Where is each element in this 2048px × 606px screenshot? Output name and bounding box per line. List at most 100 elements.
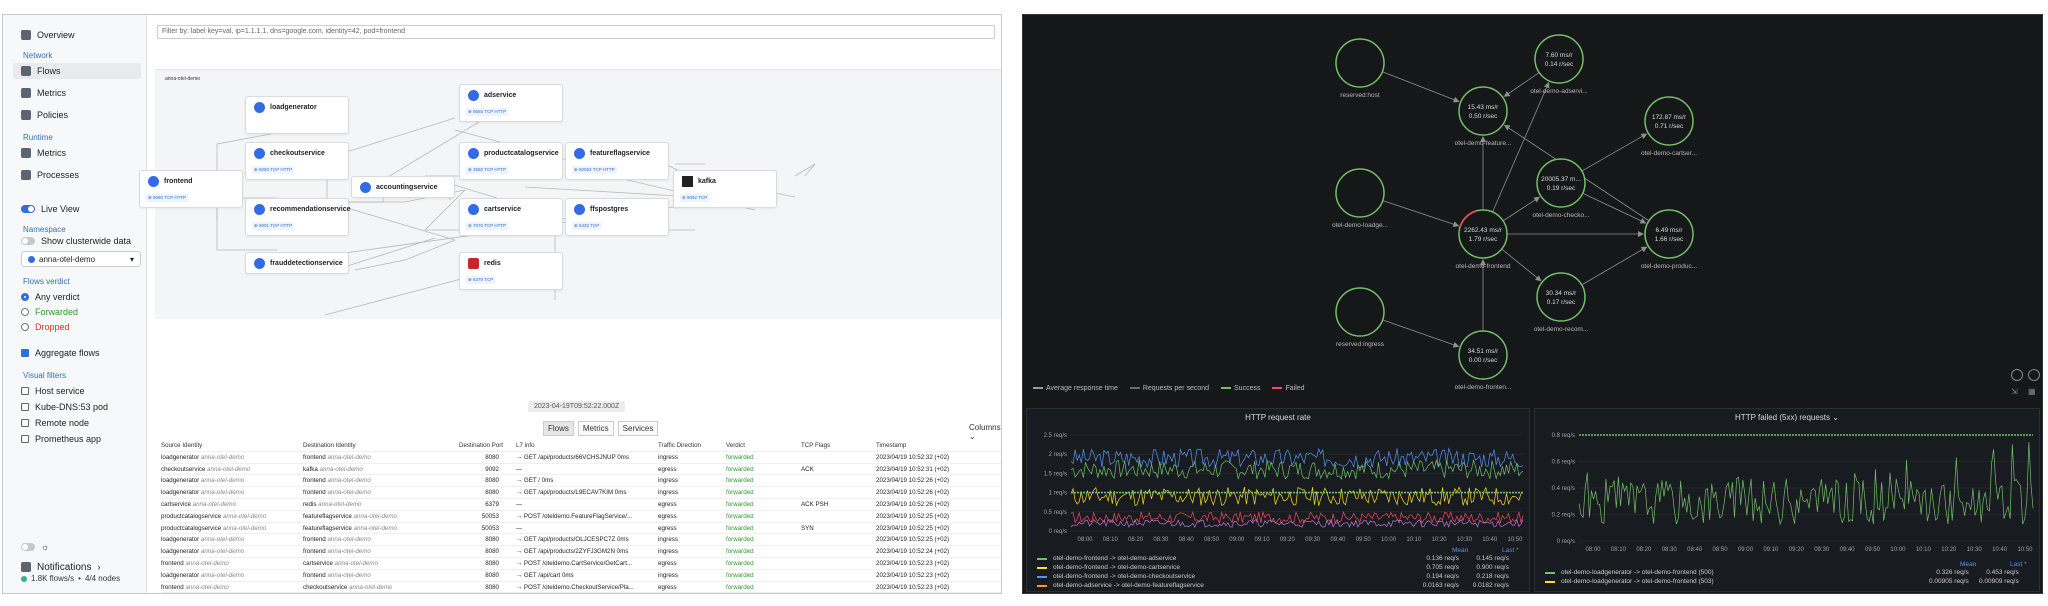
table-row[interactable]: productcatalogservice anna-otel-demo feat…	[161, 523, 1001, 535]
verdict-dropped-radio[interactable]: Dropped	[21, 319, 70, 335]
service-node-featureflagservice[interactable]: featureflagservice ⊕ 50053 TCP HTTP	[565, 142, 669, 180]
table-row[interactable]: cartservice anna-otel-demo redis anna-ote…	[161, 499, 1001, 511]
last-header[interactable]: Last *	[2010, 561, 2027, 568]
service-node-loadgenerator[interactable]: loadgenerator	[245, 96, 349, 134]
table-cell: featureflagservice anna-otel-demo	[303, 525, 397, 532]
checkbox-icon[interactable]	[21, 435, 29, 443]
theme-toggle[interactable]: ☼	[21, 539, 49, 555]
filter-input[interactable]: Filter by: label key=val, ip=1.1.1.1, dn…	[157, 25, 995, 39]
kubernetes-icon	[468, 90, 479, 101]
sun-icon: ☼	[41, 542, 50, 552]
checkbox-icon[interactable]	[21, 419, 29, 427]
checkbox-icon[interactable]	[21, 387, 29, 395]
table-row[interactable]: loadgenerator anna-otel-demofrontend ann…	[161, 570, 1001, 582]
service-graph-canvas[interactable]: reserved:host 7.60 ms/r 0.14 r/sec otel-dem…	[1023, 15, 2042, 405]
last-header[interactable]: Last *	[1502, 547, 1519, 554]
service-map-canvas[interactable]: anna-otel-demo loadgenerator adservice ⊕…	[139, 69, 1001, 319]
toggle-switch[interactable]	[21, 237, 35, 245]
table-row[interactable]: checkoutservice anna-otel-demo kafka anna…	[161, 464, 1001, 476]
legend-success: Success	[1221, 385, 1260, 392]
column-header[interactable]: Destination Identity	[303, 442, 356, 449]
table-row[interactable]: loadgenerator anna-otel-demofrontend ann…	[161, 593, 1001, 594]
legend-row[interactable]: otel-demo-loadgenerator -> otel-demo-fro…	[1545, 578, 2019, 585]
legend-row[interactable]: otel-demo-adservice -> otel-demo-feature…	[1037, 582, 1509, 589]
service-node-frauddetectionservice[interactable]: frauddetectionservice	[245, 252, 349, 274]
table-row[interactable]: loadgenerator anna-otel-demofrontend ann…	[161, 546, 1001, 558]
aggregate-flows-checkbox[interactable]: Aggregate flows	[21, 345, 100, 361]
column-header[interactable]: Traffic Direction	[658, 442, 701, 449]
mean-header[interactable]: Mean	[1452, 547, 1468, 554]
live-view-toggle[interactable]: Live View	[21, 201, 79, 217]
service-node-redis[interactable]: redis ⊕ 6379 TCP	[459, 252, 563, 290]
column-header[interactable]: TCP Flags	[801, 442, 830, 449]
table-row[interactable]: productcatalogservice anna-otel-demo feat…	[161, 511, 1001, 523]
legend-row[interactable]: otel-demo-frontend -> otel-demo-adservic…	[1037, 555, 1509, 562]
verdict-any-radio[interactable]: Any verdict	[21, 289, 80, 305]
legend-row[interactable]: otel-demo-loadgenerator -> otel-demo-fro…	[1545, 569, 2019, 576]
legend-row[interactable]: otel-demo-frontend -> otel-demo-checkout…	[1037, 573, 1509, 580]
service-node-productcatalogservice[interactable]: productcatalogservice ⊕ 3550 TCP HTTP	[459, 142, 563, 180]
verdict-forwarded-radio[interactable]: Forwarded	[21, 304, 78, 320]
table-row[interactable]: loadgenerator anna-otel-demofrontend ann…	[161, 452, 1001, 464]
columns-button[interactable]: Columns ⌄	[969, 423, 1001, 441]
tab-flows[interactable]: Flows	[543, 421, 574, 436]
zoom-in-icon[interactable]	[2011, 369, 2023, 381]
x-tick-label: 09:00	[1738, 547, 1754, 553]
zoom-out-icon[interactable]	[2028, 369, 2040, 381]
radio-icon[interactable]	[21, 308, 29, 316]
sidebar-item-runtime-metrics[interactable]: Metrics	[21, 145, 66, 161]
x-tick-label: 10:20	[1432, 537, 1448, 543]
checkbox-icon[interactable]	[21, 403, 29, 411]
toggle-switch[interactable]	[21, 205, 35, 213]
request-rate-chart[interactable]: 2.5 req/s 2 req/s 1.5 req/s 1 req/s 0.5 req/…	[1027, 427, 1531, 547]
legend-row[interactable]: otel-demo-frontend -> otel-demo-cartserv…	[1037, 564, 1509, 571]
sidebar-item-overview[interactable]: Overview	[21, 27, 75, 43]
service-node-frontend[interactable]: frontend ⊕ 8080 TCP HTTP	[139, 170, 243, 208]
edge-arrowhead	[1503, 124, 1511, 131]
notifications-button[interactable]: Notifications ›	[21, 559, 100, 575]
node-line2: 0.71 r/sec	[1655, 123, 1684, 130]
table-header-row: Source Identity Destination Identity Des…	[161, 440, 1001, 452]
sidebar-item-policies[interactable]: Policies	[21, 107, 68, 123]
failed-requests-chart[interactable]: 0.8 req/s 0.6 req/s 0.4 req/s 0.2 req/s 0 re…	[1535, 427, 2041, 557]
show-clusterwide-toggle[interactable]: Show clusterwide data	[21, 233, 131, 249]
table-row[interactable]: loadgenerator anna-otel-demofrontend ann…	[161, 487, 1001, 499]
prometheus-app-checkbox[interactable]: Prometheus app	[21, 431, 101, 447]
column-header[interactable]: Verdict	[726, 442, 745, 449]
column-header[interactable]: Source Identity	[161, 442, 202, 449]
table-row[interactable]: frontend anna-otel-demo checkoutservice a…	[161, 582, 1001, 593]
service-node-checkoutservice[interactable]: checkoutservice ⊕ 5050 TCP HTTP	[245, 142, 349, 180]
namespace-select[interactable]: anna-otel-demo ▾	[21, 251, 141, 267]
kube-dns-checkbox[interactable]: Kube-DNS:53 pod	[21, 399, 108, 415]
layout-icon[interactable]: ⇲	[2011, 387, 2021, 397]
tab-services[interactable]: Services	[617, 421, 659, 436]
toggle-switch[interactable]	[21, 543, 35, 551]
destination-identity: featureflagservice	[303, 524, 352, 532]
service-node-recommendationservice[interactable]: recommendationservice ⊕ 9001 TCP HTTP	[245, 198, 351, 236]
host-service-checkbox[interactable]: Host service	[21, 383, 85, 399]
table-row[interactable]: frontend anna-otel-demo cartservice anna-…	[161, 558, 1001, 570]
table-row[interactable]: loadgenerator anna-otel-demofrontend ann…	[161, 475, 1001, 488]
mean-header[interactable]: Mean	[1960, 561, 1976, 568]
panel-title[interactable]: HTTP failed (5xx) requests ⌄	[1535, 413, 2039, 422]
checkbox-icon[interactable]	[21, 349, 29, 357]
column-header[interactable]: L7 info	[516, 442, 535, 449]
column-header[interactable]: Destination Port	[459, 442, 503, 449]
sidebar-item-flows[interactable]: Flows	[13, 63, 141, 79]
remote-node-checkbox[interactable]: Remote node	[21, 415, 89, 431]
radio-icon[interactable]	[21, 293, 29, 301]
kubernetes-icon	[574, 204, 585, 215]
table-row[interactable]: loadgenerator anna-otel-demofrontend ann…	[161, 534, 1001, 547]
column-header[interactable]: Timestamp	[876, 442, 906, 449]
service-node-accountingservice[interactable]: accountingservice	[351, 176, 455, 198]
service-node-adservice[interactable]: adservice ⊕ 9555 TCP HTTP	[459, 84, 563, 122]
grid-icon[interactable]: ▦	[2028, 387, 2038, 397]
tab-metrics[interactable]: Metrics	[577, 421, 614, 436]
service-node-cartservice[interactable]: cartservice ⊕ 7070 TCP HTTP	[459, 198, 563, 236]
service-node-ffspostgres[interactable]: ffspostgres ⊕ 5432 TCP	[565, 198, 669, 236]
sidebar-item-processes[interactable]: Processes	[21, 167, 79, 183]
y-tick-label: 0.8 req/s	[1552, 433, 1575, 439]
radio-icon[interactable]	[21, 323, 29, 331]
sidebar-item-metrics[interactable]: Metrics	[21, 85, 66, 101]
service-node-kafka[interactable]: kafka ⊕ 9092 TCP	[673, 170, 777, 208]
